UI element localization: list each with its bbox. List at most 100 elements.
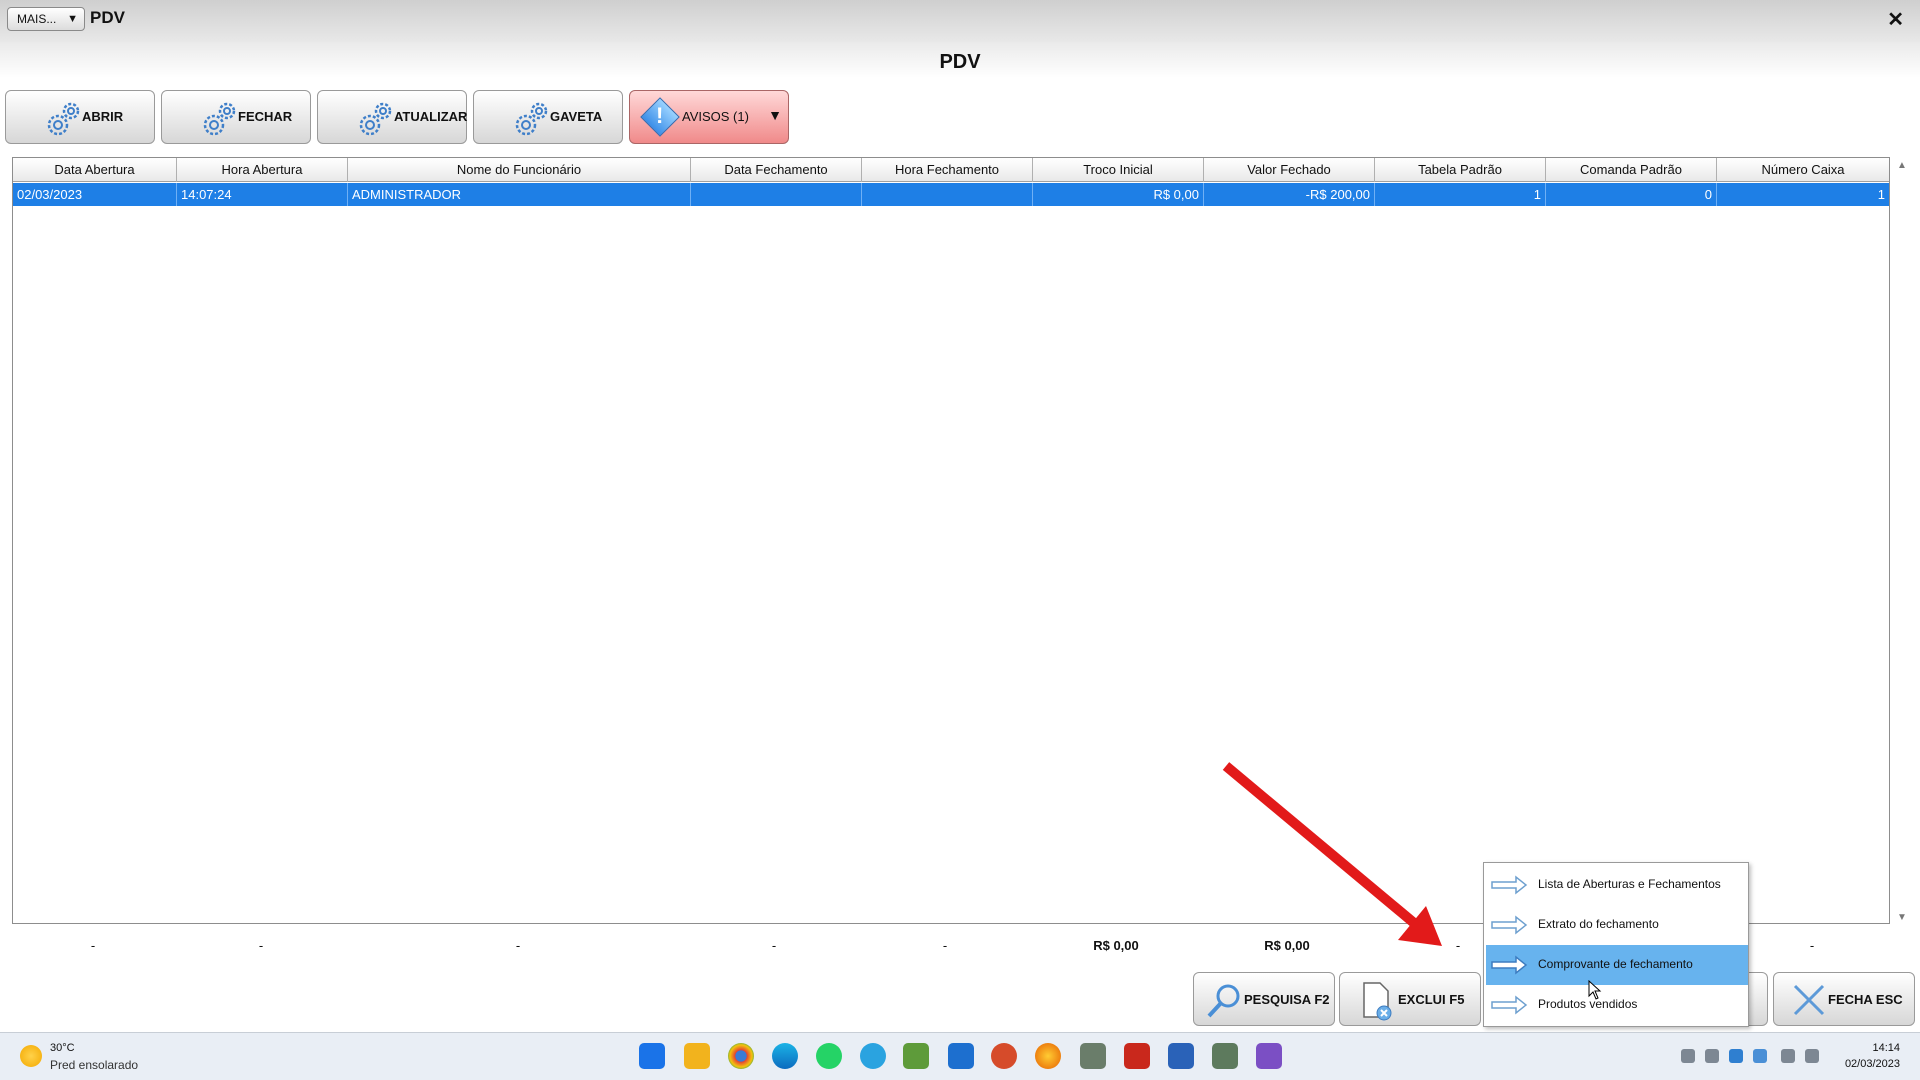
exclui-label: EXCLUI F5	[1398, 992, 1465, 1007]
app-icon[interactable]	[991, 1043, 1017, 1069]
menu-item-label: Lista de Aberturas e Fechamentos	[1538, 877, 1721, 891]
avisos-button[interactable]: ! AVISOS (1) ▼	[629, 90, 789, 144]
fecha-label: FECHA ESC	[1828, 992, 1903, 1007]
notepad-icon[interactable]	[1168, 1043, 1194, 1069]
page-title: PDV	[0, 42, 1920, 78]
total-value: -	[771, 938, 777, 953]
table-cell: 0	[1546, 183, 1717, 206]
atualizar-label: ATUALIZAR	[394, 109, 468, 124]
total-value: -	[90, 938, 96, 953]
battery-icon[interactable]	[1705, 1049, 1719, 1063]
delete-document-icon	[1363, 982, 1392, 1021]
report-popup-menu: Lista de Aberturas e Fechamentos Extrato…	[1483, 862, 1749, 1027]
column-header[interactable]: Tabela Padrão	[1375, 158, 1546, 182]
total-value: R$ 0,00	[1093, 938, 1139, 953]
arrow-right-icon	[1491, 915, 1528, 935]
table-cell: 1	[1375, 183, 1546, 206]
weather-sun-icon[interactable]	[20, 1045, 42, 1067]
menu-item[interactable]: Lista de Aberturas e Fechamentos	[1486, 865, 1748, 905]
weather-description[interactable]: Pred ensolarado	[50, 1058, 138, 1072]
table-cell: -R$ 200,00	[1204, 183, 1375, 206]
gears-icon	[203, 102, 236, 136]
fechar-button[interactable]: FECHAR	[161, 90, 311, 144]
whatsapp-icon[interactable]	[816, 1043, 842, 1069]
telegram-icon[interactable]	[860, 1043, 886, 1069]
column-header[interactable]: Hora Abertura	[177, 158, 348, 182]
weather-temperature[interactable]: 30°C	[50, 1042, 75, 1054]
menu-item[interactable]: Extrato do fechamento	[1486, 905, 1748, 945]
abrir-button[interactable]: ABRIR	[5, 90, 155, 144]
spreadsheet-icon[interactable]	[903, 1043, 929, 1069]
edge-icon[interactable]	[772, 1043, 798, 1069]
atualizar-button[interactable]: ATUALIZAR	[317, 90, 467, 144]
cloud-icon[interactable]	[1753, 1049, 1767, 1063]
total-value: -	[942, 938, 948, 953]
arrow-right-icon	[1491, 995, 1528, 1015]
pesquisa-label: PESQUISA F2	[1244, 992, 1330, 1007]
gears-icon	[515, 102, 548, 136]
exclui-button[interactable]: EXCLUI F5	[1339, 972, 1481, 1026]
firefox-icon[interactable]	[1035, 1043, 1061, 1069]
menu-item-label: Extrato do fechamento	[1538, 917, 1659, 931]
more-dropdown-label: MAIS...	[17, 12, 57, 26]
pdv-table[interactable]: Data Abertura Hora Abertura Nome do Func…	[12, 157, 1907, 924]
remote-app-icon[interactable]	[948, 1043, 974, 1069]
gaveta-button[interactable]: GAVETA	[473, 90, 623, 144]
mouse-cursor-icon	[1588, 980, 1602, 1000]
file-explorer-icon[interactable]	[684, 1043, 710, 1069]
table-cell	[691, 183, 862, 206]
column-header[interactable]: Comanda Padrão	[1546, 158, 1717, 182]
filezilla-icon[interactable]	[1124, 1043, 1150, 1069]
network-icon[interactable]	[1781, 1049, 1795, 1063]
menu-item[interactable]: Produtos vendidos	[1486, 985, 1748, 1025]
total-value: -	[1809, 938, 1815, 953]
close-icon[interactable]: ✕	[1887, 7, 1904, 32]
menu-item-selected[interactable]: Comprovante de fechamento	[1486, 945, 1748, 985]
pdv-app-icon[interactable]	[1080, 1043, 1106, 1069]
title-bar: MAIS... ▼ PDV ✕	[0, 0, 1920, 42]
scroll-up-icon[interactable]: ▲	[1897, 160, 1907, 171]
abrir-label: ABRIR	[82, 109, 124, 124]
app-icon[interactable]	[1212, 1043, 1238, 1069]
table-row[interactable]: 02/03/2023 14:07:24 ADMINISTRADOR R$ 0,0…	[13, 183, 1889, 206]
gears-icon	[359, 102, 392, 136]
table-cell: 1	[1877, 187, 1885, 202]
vertical-scrollbar[interactable]: ▲ ▼	[1893, 158, 1913, 925]
menu-item-label: Comprovante de fechamento	[1538, 957, 1693, 971]
fecha-button[interactable]: FECHA ESC	[1773, 972, 1915, 1026]
chevron-down-icon: ▼	[67, 13, 78, 25]
column-header[interactable]: Nome do Funcionário	[348, 158, 691, 182]
video-app-icon[interactable]	[1256, 1043, 1282, 1069]
column-header[interactable]: Data Fechamento	[691, 158, 862, 182]
table-cell: R$ 0,00	[1033, 183, 1204, 206]
column-header[interactable]: Hora Fechamento	[862, 158, 1033, 182]
column-header[interactable]: Troco Inicial	[1033, 158, 1204, 182]
clock-time[interactable]: 14:14	[1872, 1042, 1900, 1054]
volume-icon[interactable]	[1805, 1049, 1819, 1063]
scroll-down-icon[interactable]: ▼	[1897, 912, 1907, 923]
annotation-arrow-icon	[1222, 762, 1442, 946]
clock-date[interactable]: 02/03/2023	[1845, 1058, 1900, 1070]
arrow-right-icon	[1491, 955, 1528, 975]
pdv-window: MAIS... ▼ PDV ✕ PDV ABRIR FECHAR ATUALIZ…	[0, 0, 1920, 1080]
column-header[interactable]: Número Caixa	[1717, 158, 1889, 182]
column-header[interactable]: Valor Fechado	[1204, 158, 1375, 182]
column-header[interactable]: Data Abertura	[13, 158, 177, 182]
tray-icon[interactable]	[1681, 1049, 1695, 1063]
hidden-button-edge[interactable]	[1748, 972, 1768, 1026]
close-icon	[1793, 984, 1825, 1016]
total-value: -	[258, 938, 264, 953]
chevron-down-icon[interactable]: ▼	[768, 107, 782, 123]
window-title: PDV	[90, 8, 125, 27]
pesquisa-button[interactable]: PESQUISA F2	[1193, 972, 1335, 1026]
chrome-icon[interactable]	[728, 1043, 754, 1069]
windows-start-icon[interactable]	[639, 1043, 665, 1069]
total-value: -	[515, 938, 521, 953]
table-cell: 14:07:24	[177, 183, 348, 206]
arrow-right-icon	[1491, 875, 1528, 895]
security-shield-icon[interactable]	[1729, 1049, 1743, 1063]
table-cell: 02/03/2023	[13, 183, 177, 206]
more-dropdown-button[interactable]: MAIS... ▼	[7, 7, 85, 31]
avisos-label: AVISOS (1)	[682, 109, 749, 124]
fechar-label: FECHAR	[238, 109, 293, 124]
